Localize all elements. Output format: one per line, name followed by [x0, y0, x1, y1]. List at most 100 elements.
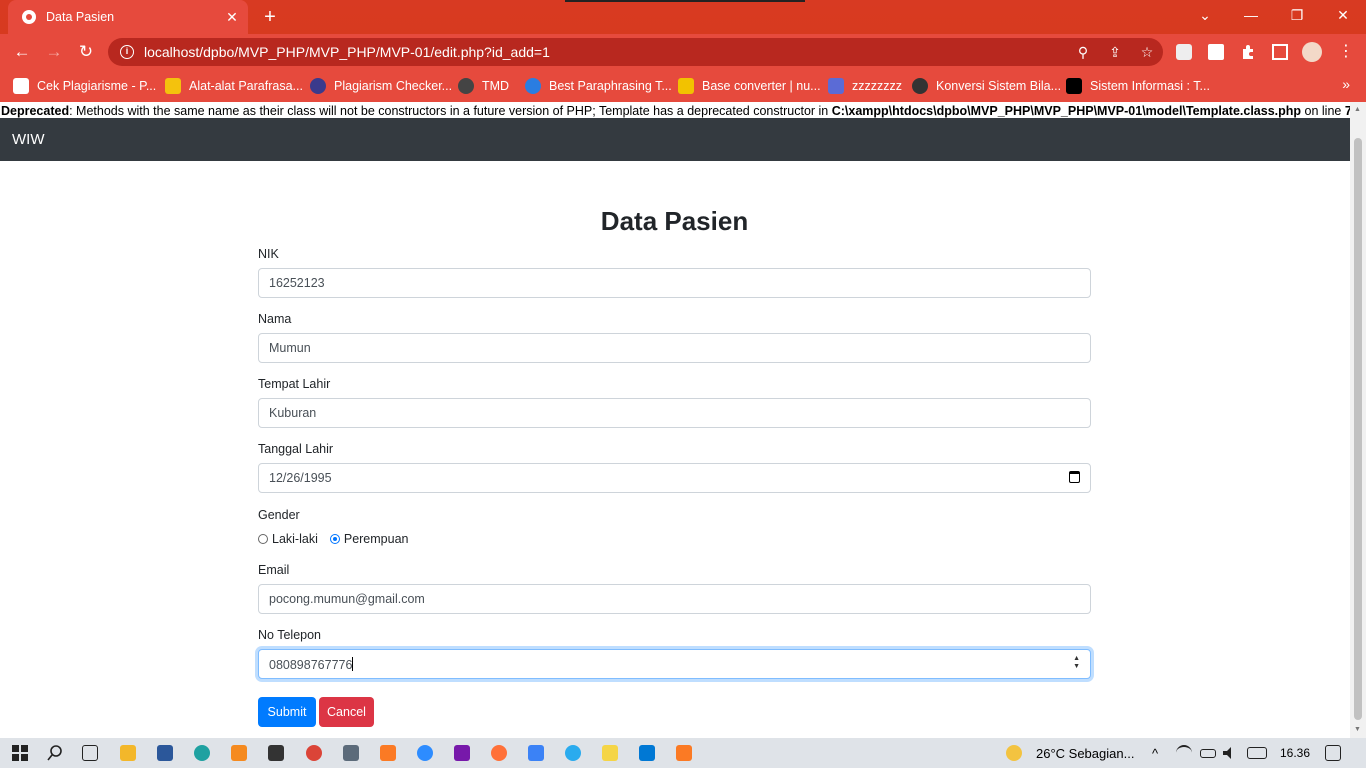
weather-icon[interactable]	[1006, 745, 1022, 761]
bookmark-item[interactable]: TMD	[458, 77, 509, 95]
gender-radio-group: Laki-laki Perempuan	[258, 532, 408, 546]
bookmark-item[interactable]: Konversi Sistem Bila...	[912, 77, 1061, 95]
xampp-control-icon[interactable]	[676, 745, 692, 761]
share-icon[interactable]: ⇪	[1099, 44, 1131, 61]
reload-button[interactable]: ↻	[74, 40, 98, 64]
site-info-icon[interactable]: i	[120, 45, 134, 59]
radio-perempuan[interactable]	[329, 534, 340, 544]
text-caret	[352, 657, 354, 671]
number-spinner-icon[interactable]: ▲ ▼	[1073, 655, 1080, 671]
battery-icon[interactable]	[1200, 749, 1216, 758]
tab-close-icon[interactable]: ✕	[222, 9, 242, 26]
page-scrollbar[interactable]: ▲ ▼	[1350, 102, 1366, 738]
close-window-button[interactable]: ✕	[1320, 0, 1366, 30]
bookmark-item[interactable]: Cek Plagiarisme - P...	[13, 77, 156, 95]
tanggal-lahir-label: Tanggal Lahir	[258, 442, 334, 456]
windows-start-icon[interactable]	[12, 745, 28, 761]
wifi-icon[interactable]	[1176, 745, 1192, 761]
notification-icon[interactable]	[1325, 745, 1341, 761]
bookmark-favicon-icon	[525, 78, 541, 94]
bookmark-star-icon[interactable]: ☆	[1131, 44, 1163, 61]
tanggal-lahir-input[interactable]: 12/26/1995	[258, 463, 1091, 493]
browser-tab[interactable]: Data Pasien ✕	[8, 0, 248, 34]
bookmark-favicon-icon	[310, 78, 326, 94]
bookmark-item[interactable]: Sistem Informasi : T...	[1066, 77, 1210, 95]
volume-icon[interactable]	[1222, 745, 1238, 761]
bookmark-label: Cek Plagiarisme - P...	[37, 79, 157, 93]
word-icon[interactable]	[157, 745, 173, 761]
windows-taskbar: 26°C Sebagian... ^ 16.36	[0, 738, 1366, 768]
calculator-icon[interactable]	[343, 745, 359, 761]
firefox-icon[interactable]	[491, 745, 507, 761]
bookmarks-bar: Cek Plagiarisme - P... Alat-alat Parafra…	[0, 70, 1366, 102]
task-view-icon[interactable]	[82, 745, 98, 761]
bookmark-favicon-icon	[13, 78, 29, 94]
cancel-button[interactable]: Cancel	[319, 697, 374, 727]
nama-input[interactable]: Mumun	[258, 333, 1091, 363]
bookmarks-overflow-icon[interactable]: »	[1342, 76, 1350, 92]
forward-button[interactable]: →	[42, 40, 66, 64]
navbar-brand[interactable]: WIW	[12, 131, 44, 148]
zoom-app-icon[interactable]	[417, 745, 433, 761]
side-panel-icon[interactable]	[1272, 44, 1288, 60]
extension-icon[interactable]	[1176, 44, 1192, 60]
scrollbar-thumb[interactable]	[1354, 138, 1362, 720]
bookmark-favicon-icon	[165, 78, 181, 94]
chrome-icon[interactable]	[306, 745, 322, 761]
radio-perempuan-label[interactable]: Perempuan	[344, 532, 409, 546]
bookmark-label: Plagiarism Checker...	[334, 79, 453, 93]
sticky-app-icon[interactable]	[602, 745, 618, 761]
tanggal-lahir-value: 12/26/1995	[269, 471, 332, 485]
tab-strip: Data Pasien ✕ + ⌄ — ❐ ✕	[0, 0, 1366, 34]
scroll-up-icon[interactable]: ▲	[1354, 106, 1361, 113]
back-button[interactable]: ←	[10, 40, 34, 64]
restore-button[interactable]: ❐	[1274, 0, 1320, 30]
bookmark-item[interactable]: zzzzzzzz	[828, 77, 902, 95]
sublime-icon[interactable]	[231, 745, 247, 761]
file-explorer-icon[interactable]	[120, 745, 136, 761]
telegram-icon[interactable]	[565, 745, 581, 761]
todo-icon[interactable]	[528, 745, 544, 761]
xampp-icon[interactable]	[380, 745, 396, 761]
calendar-icon[interactable]	[1069, 471, 1080, 483]
bookmark-label: zzzzzzzz	[852, 79, 902, 93]
extension-b-icon[interactable]	[1208, 44, 1224, 60]
edge-icon[interactable]	[194, 745, 210, 761]
keyboard-icon[interactable]	[1247, 747, 1267, 759]
nik-input[interactable]: 16252123	[258, 268, 1091, 298]
url-text[interactable]: localhost/dpbo/MVP_PHP/MVP_PHP/MVP-01/ed…	[144, 44, 1067, 60]
telepon-input[interactable]: 080898767776 ▲ ▼	[258, 649, 1091, 679]
bookmark-label: Best Paraphrasing T...	[549, 79, 672, 93]
profile-avatar[interactable]	[1302, 42, 1322, 62]
bookmark-item[interactable]: Plagiarism Checker...	[310, 77, 452, 95]
weather-text[interactable]: 26°C Sebagian...	[1036, 746, 1134, 761]
submit-button[interactable]: Submit	[258, 697, 316, 727]
tab-search-icon[interactable]: ⌄	[1182, 0, 1228, 30]
tempat-lahir-label: Tempat Lahir	[258, 377, 331, 391]
radio-laki-laki-label[interactable]: Laki-laki	[272, 532, 318, 546]
radio-laki-laki[interactable]	[258, 534, 268, 544]
bookmark-item[interactable]: Best Paraphrasing T...	[525, 77, 672, 95]
menu-icon[interactable]: ⋮	[1338, 44, 1354, 60]
address-bar[interactable]: i localhost/dpbo/MVP_PHP/MVP_PHP/MVP-01/…	[108, 38, 1163, 66]
tray-overflow-icon[interactable]: ^	[1152, 746, 1158, 761]
tempat-lahir-input[interactable]: Kuburan	[258, 398, 1091, 428]
new-tab-button[interactable]: +	[260, 4, 280, 30]
onenote-icon[interactable]	[454, 745, 470, 761]
page-viewport: Deprecated: Methods with the same name a…	[0, 102, 1350, 738]
clock-time[interactable]: 16.36	[1280, 746, 1310, 760]
store-icon[interactable]	[268, 745, 284, 761]
scroll-down-icon[interactable]: ▼	[1354, 726, 1361, 733]
zoom-icon[interactable]: ⚲	[1067, 44, 1099, 61]
email-input[interactable]: pocong.mumun@gmail.com	[258, 584, 1091, 614]
minimize-button[interactable]: —	[1228, 0, 1274, 30]
bookmark-item[interactable]: Base converter | nu...	[678, 77, 821, 95]
bookmark-favicon-icon	[828, 78, 844, 94]
deprecated-online-text: on line	[1301, 104, 1345, 118]
bookmark-item[interactable]: Alat-alat Parafrasa...	[165, 77, 303, 95]
bookmark-label: TMD	[482, 79, 510, 93]
puzzle-icon[interactable]	[1240, 44, 1256, 60]
deprecated-path: C:\xampp\htdocs\dpbo\MVP_PHP\MVP_PHP\MVP…	[831, 104, 1302, 118]
vscode-icon[interactable]	[639, 745, 655, 761]
search-icon[interactable]	[47, 745, 63, 761]
